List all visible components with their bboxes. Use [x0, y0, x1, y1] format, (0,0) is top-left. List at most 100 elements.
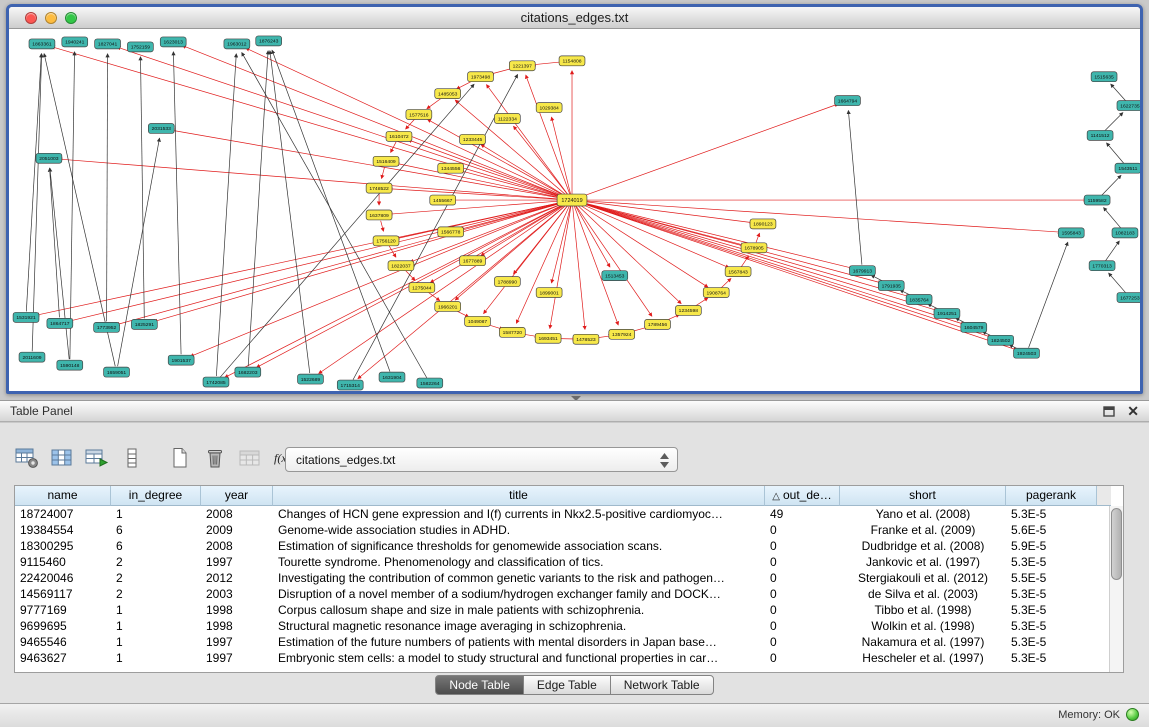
graph-node[interactable]: 1577516 [406, 110, 432, 120]
table-cell-title[interactable]: Tourette syndrome. Phenomenology and cla… [273, 554, 765, 570]
table-cell-in_degree[interactable]: 1 [111, 634, 201, 650]
graph-node[interactable]: 1275044 [409, 283, 435, 293]
graph-node[interactable]: 1899001 [536, 288, 562, 298]
tab-node-table[interactable]: Node Table [435, 675, 524, 695]
table-cell-year[interactable]: 2012 [201, 570, 273, 586]
graph-node[interactable]: 2011609 [19, 352, 45, 362]
table-cell-year[interactable]: 1998 [201, 602, 273, 618]
graph-node[interactable]: 1901537 [168, 355, 194, 365]
table-cell-pagerank[interactable]: 5.3E-5 [1006, 650, 1097, 666]
graph-node[interactable]: 1791935 [878, 281, 904, 291]
close-window-button[interactable] [25, 12, 37, 24]
table-row[interactable]: 1456911722003Disruption of a novel membe… [15, 586, 1123, 602]
table-cell-pagerank[interactable]: 5.3E-5 [1006, 618, 1097, 634]
column-header-name[interactable]: name [15, 486, 111, 506]
graph-node[interactable]: 1863361 [29, 39, 55, 49]
network-window[interactable]: citations_edges.txt 17240191154808122139… [6, 4, 1143, 394]
table-mode-icon[interactable] [14, 445, 40, 471]
graph-edge[interactable] [1104, 208, 1122, 229]
table-cell-name[interactable]: 18300295 [15, 538, 111, 554]
graph-node[interactable]: 1876243 [256, 36, 282, 46]
graph-node[interactable]: 1543511 [1115, 163, 1140, 173]
table-cell-in_degree[interactable]: 6 [111, 522, 201, 538]
graph-edge[interactable] [481, 203, 567, 255]
graph-edge[interactable] [578, 202, 1017, 350]
graph-edge[interactable] [225, 203, 567, 378]
table-cell-pagerank[interactable]: 5.3E-5 [1006, 554, 1097, 570]
network-window-titlebar[interactable]: citations_edges.txt [9, 7, 1140, 29]
tab-network-table[interactable]: Network Table [610, 675, 714, 695]
table-cell-name[interactable]: 9115460 [15, 554, 111, 570]
table-cell-pagerank[interactable]: 5.6E-5 [1006, 522, 1097, 538]
graph-node[interactable]: 1756120 [373, 236, 399, 246]
table-row[interactable]: 911546021997Tourette syndrome. Phenomeno… [15, 554, 1123, 570]
table-cell-short[interactable]: Hescheler et al. (1997) [840, 650, 1006, 666]
graph-node[interactable]: 1595843 [1058, 228, 1084, 238]
graph-node[interactable]: 1973498 [468, 72, 494, 82]
graph-edge[interactable] [720, 279, 730, 289]
table-cell-in_degree[interactable]: 1 [111, 650, 201, 666]
graph-node[interactable]: 2051003 [36, 153, 62, 163]
graph-node[interactable]: 1677889 [460, 256, 486, 266]
graph-edge[interactable] [516, 206, 569, 324]
graph-node[interactable]: 1773952 [94, 322, 120, 332]
graph-node[interactable]: 1582264 [417, 378, 443, 388]
graph-node[interactable]: 1485053 [435, 89, 461, 99]
table-scrollbar[interactable] [1109, 506, 1123, 672]
combobox-arrows-icon[interactable] [659, 452, 670, 472]
graph-edge[interactable] [514, 205, 569, 274]
table-cell-pagerank[interactable]: 5.3E-5 [1006, 506, 1097, 522]
table-cell-short[interactable]: Nakamura et al. (1997) [840, 634, 1006, 650]
table-cell-out_de[interactable]: 0 [765, 618, 840, 634]
graph-node[interactable]: 1622735 [1117, 101, 1140, 111]
graph-edge[interactable] [1107, 143, 1125, 164]
table-cell-name[interactable]: 22420046 [15, 570, 111, 586]
graph-node[interactable]: 1154808 [559, 56, 585, 66]
table-cell-year[interactable]: 2008 [201, 506, 273, 522]
graph-node[interactable]: 1455667 [430, 195, 456, 205]
graph-edge[interactable] [70, 52, 75, 359]
graph-node[interactable]: 1724019 [557, 194, 587, 206]
graph-edge[interactable] [382, 167, 385, 178]
graph-node[interactable]: 1082183 [1112, 228, 1138, 238]
column-header-out_de[interactable]: △out_de… [765, 486, 840, 506]
table-cell-name[interactable]: 19384554 [15, 522, 111, 538]
graph-edge[interactable] [578, 201, 853, 268]
graph-node[interactable]: 1587720 [499, 327, 525, 337]
graph-node[interactable]: 1715314 [337, 380, 363, 390]
graph-node[interactable]: 1122334 [494, 114, 520, 124]
graph-edge[interactable] [220, 84, 474, 377]
graph-node[interactable]: 1357924 [609, 329, 635, 339]
graph-node[interactable]: 1677253 [1117, 293, 1140, 303]
table-cell-name[interactable]: 9463627 [15, 650, 111, 666]
delete-column-icon[interactable] [202, 445, 228, 471]
table-cell-short[interactable]: Franke et al. (2009) [840, 522, 1006, 538]
graph-edge[interactable] [51, 47, 566, 199]
graph-edge[interactable] [577, 203, 708, 287]
table-cell-short[interactable]: Jankovic et al. (1997) [840, 554, 1006, 570]
float-panel-icon[interactable] [1103, 405, 1115, 417]
graph-edge[interactable] [50, 168, 69, 359]
graph-node[interactable]: 1678905 [741, 243, 767, 253]
graph-node[interactable]: 1637809 [366, 210, 392, 220]
graph-node[interactable]: 1531921 [13, 312, 39, 322]
graph-node[interactable]: 1864717 [47, 318, 73, 328]
graph-edge[interactable] [1104, 113, 1123, 132]
table-cell-short[interactable]: Tibbo et al. (1998) [840, 602, 1006, 618]
graph-edge[interactable] [578, 200, 1061, 232]
graph-edge[interactable] [578, 201, 753, 223]
table-row[interactable]: 946362711997Embryonic stem cells: a mode… [15, 650, 1123, 666]
graph-edge[interactable] [430, 203, 566, 283]
graph-edge[interactable] [1101, 175, 1121, 195]
graph-edge[interactable] [59, 159, 566, 199]
table-cell-pagerank[interactable]: 5.5E-5 [1006, 570, 1097, 586]
table-cell-in_degree[interactable]: 2 [111, 570, 201, 586]
graph-node[interactable]: 1478523 [573, 334, 599, 344]
graph-edge[interactable] [140, 57, 144, 319]
graph-node[interactable]: 1141512 [1087, 130, 1113, 140]
graph-edge[interactable] [552, 206, 571, 283]
graph-edge[interactable] [526, 75, 570, 194]
table-row[interactable]: 969969511998Structural magnetic resonanc… [15, 618, 1123, 634]
table-cell-out_de[interactable]: 0 [765, 538, 840, 554]
table-cell-title[interactable]: Structural magnetic resonance image aver… [273, 618, 765, 634]
